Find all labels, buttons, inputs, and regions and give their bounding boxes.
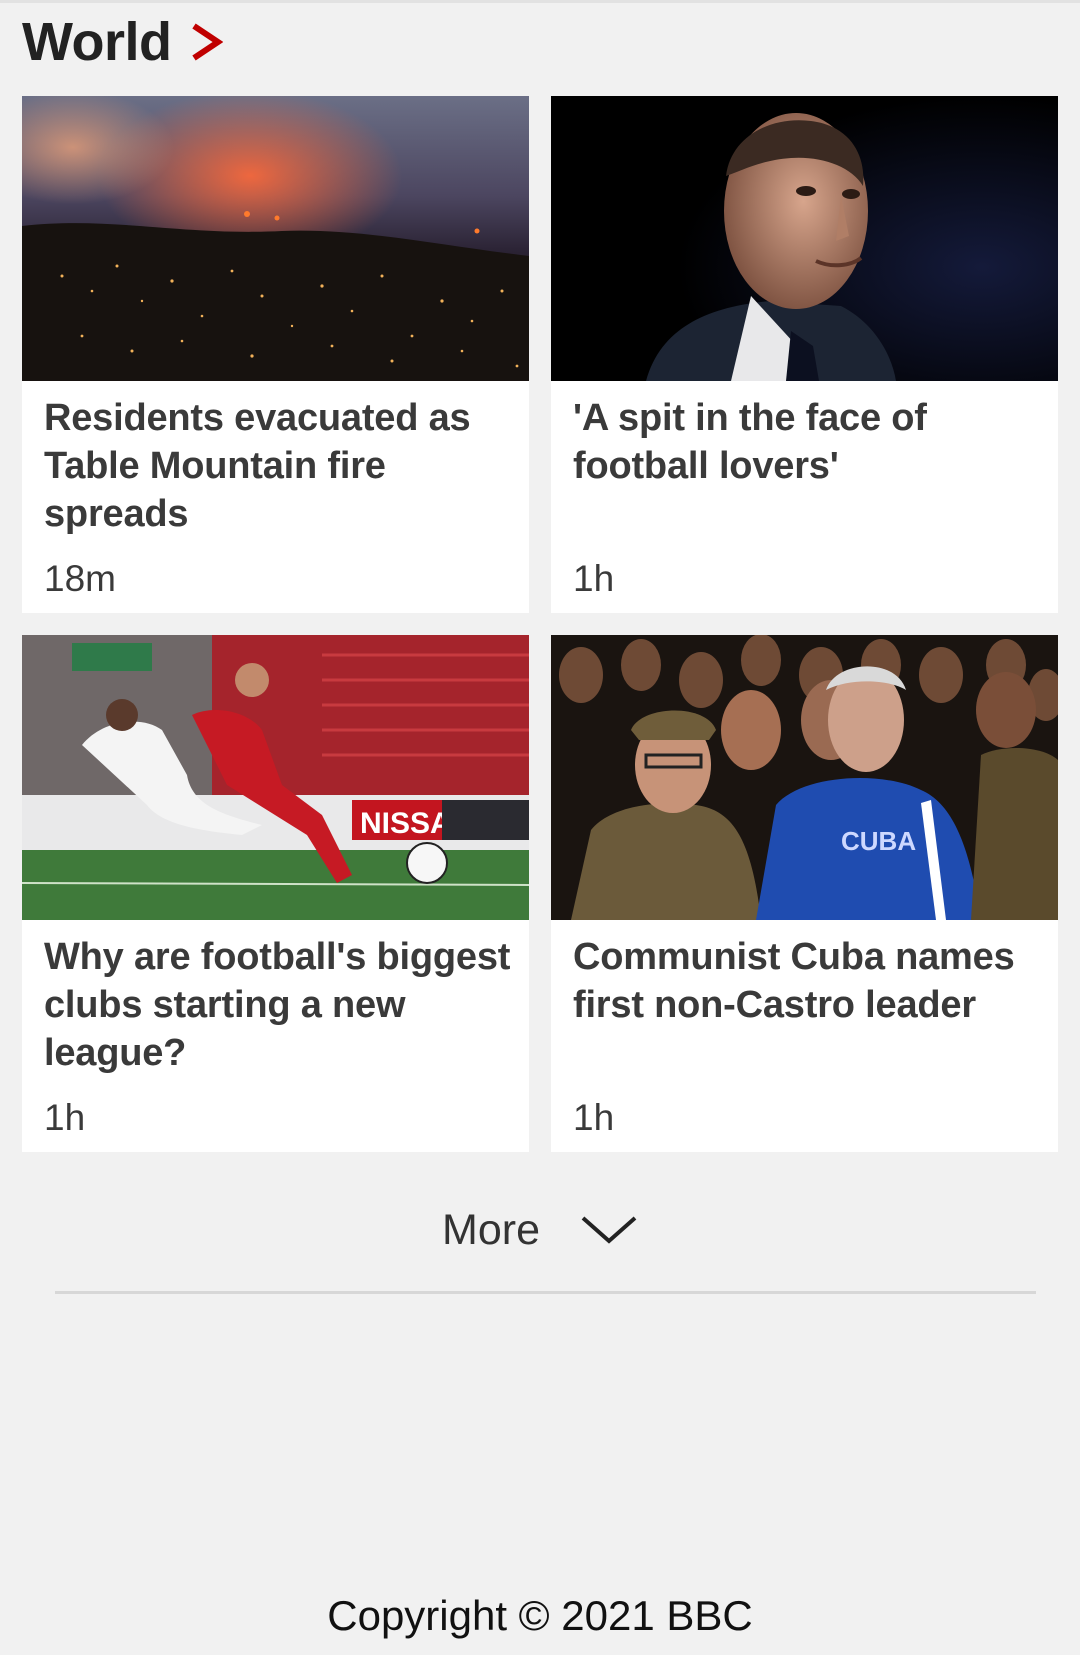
article-headline[interactable]: Why are football's biggest clubs startin… xyxy=(44,933,514,1077)
svg-text:CUBA: CUBA xyxy=(841,826,916,856)
top-border xyxy=(0,0,1080,3)
article-headline[interactable]: Residents evacuated as Table Mountain fi… xyxy=(44,394,514,538)
article-grid: Residents evacuated as Table Mountain fi… xyxy=(22,96,1058,1152)
more-label: More xyxy=(442,1205,540,1254)
football-match-tackle-photo[interactable]: NISSAN xyxy=(22,635,529,920)
chevron-right-icon xyxy=(192,23,224,61)
divider xyxy=(55,1291,1036,1294)
wildfire-city-night-photo[interactable] xyxy=(22,96,529,381)
article-card[interactable]: CUBA Communist Cuba names first non-Cast… xyxy=(551,635,1058,1152)
article-card[interactable]: NISSAN Why are football's biggest clubs … xyxy=(22,635,529,1152)
more-button[interactable]: More xyxy=(0,1202,1080,1258)
article-timestamp: 1h xyxy=(573,1097,615,1138)
section-title: World xyxy=(22,12,172,72)
chevron-down-icon xyxy=(581,1216,637,1244)
article-headline[interactable]: Communist Cuba names first non-Castro le… xyxy=(573,933,1043,1029)
copyright-text: Copyright © 2021 BBC xyxy=(327,1592,753,1639)
cuban-leaders-crowd-photo[interactable]: CUBA xyxy=(551,635,1058,920)
article-timestamp: 1h xyxy=(573,558,615,599)
official-portrait-photo[interactable] xyxy=(551,96,1058,381)
article-timestamp: 1h xyxy=(44,1097,86,1138)
article-headline[interactable]: 'A spit in the face of football lovers' xyxy=(573,394,1043,490)
article-card[interactable]: 'A spit in the face of football lovers' … xyxy=(551,96,1058,613)
article-card[interactable]: Residents evacuated as Table Mountain fi… xyxy=(22,96,529,613)
article-timestamp: 18m xyxy=(44,558,116,599)
section-link-world[interactable]: World xyxy=(22,12,224,72)
